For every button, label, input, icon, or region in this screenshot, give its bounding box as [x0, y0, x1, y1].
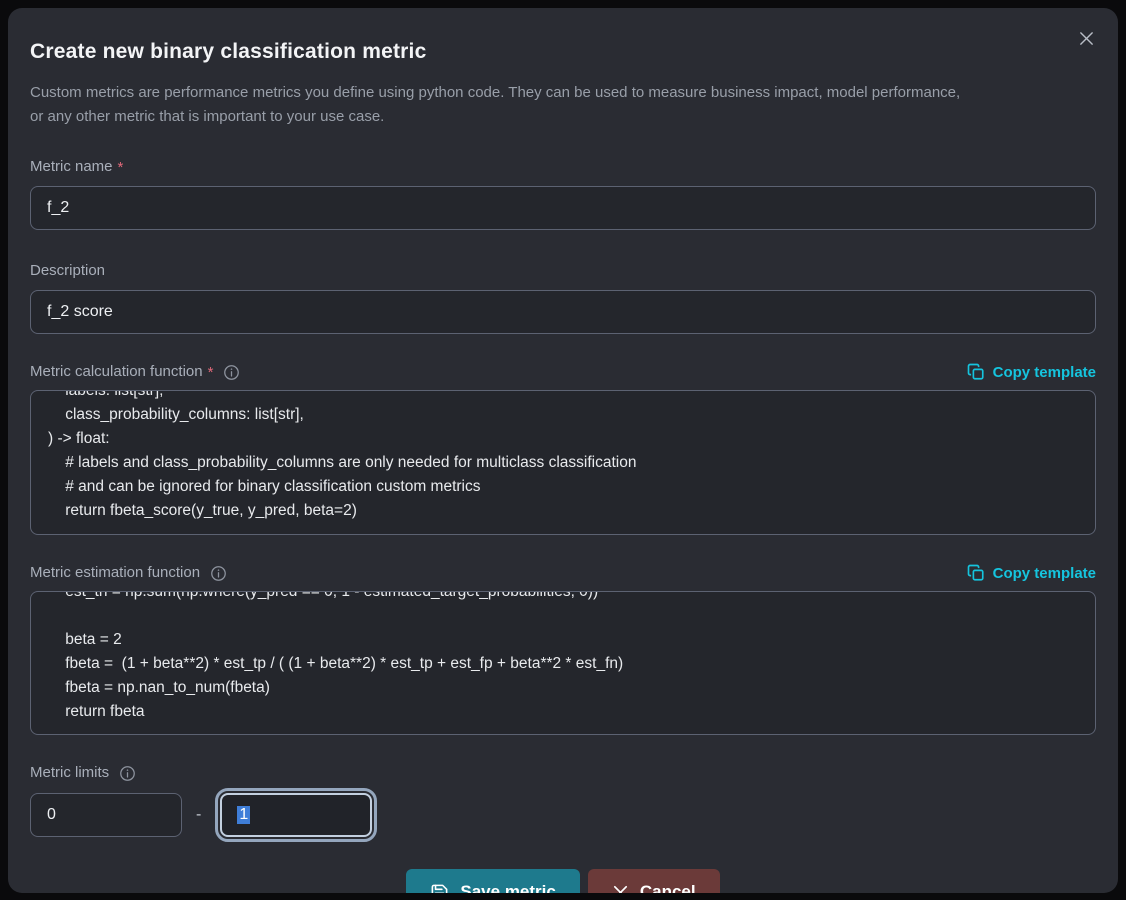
- copy-icon: [967, 363, 985, 381]
- info-icon[interactable]: [119, 765, 136, 782]
- calculation-function-label: Metric calculation function: [30, 362, 203, 382]
- save-icon: [430, 883, 449, 894]
- estimation-code-editor[interactable]: est_tn = np.sum(np.where(y_pred == 0, 1 …: [30, 591, 1096, 735]
- limit-min-input[interactable]: [30, 793, 182, 837]
- page-backdrop: Create new binary classification metric …: [0, 0, 1126, 900]
- estimation-code-text: est_tn = np.sum(np.where(y_pred == 0, 1 …: [48, 591, 1078, 724]
- estimation-function-label: Metric estimation function: [30, 563, 200, 583]
- info-icon[interactable]: [210, 565, 227, 582]
- calculation-code-text: labels: list[str], class_probability_col…: [48, 390, 1078, 523]
- required-asterisk: *: [208, 364, 214, 381]
- copy-template-calculation-button[interactable]: Copy template: [967, 363, 1096, 381]
- metric-name-input[interactable]: [30, 186, 1096, 230]
- required-asterisk: *: [118, 159, 124, 176]
- description-label: Description: [30, 261, 105, 281]
- save-metric-label: Save metric: [460, 882, 555, 893]
- metric-limits-group: Metric limits - 1: [30, 762, 1096, 837]
- copy-template-estimation-button[interactable]: Copy template: [967, 564, 1096, 582]
- copy-template-label: Copy template: [993, 364, 1096, 381]
- calculation-code-editor[interactable]: labels: list[str], class_probability_col…: [30, 390, 1096, 535]
- metric-name-group: Metric name *: [30, 156, 1096, 230]
- copy-template-label: Copy template: [993, 565, 1096, 582]
- selected-text: 1: [237, 806, 250, 824]
- metric-limits-label: Metric limits: [30, 763, 109, 783]
- action-buttons-row: Save metric Cancel: [30, 869, 1096, 893]
- estimation-function-group: Metric estimation function Copy: [30, 562, 1096, 735]
- description-group: Description: [30, 260, 1096, 334]
- save-metric-button[interactable]: Save metric: [406, 869, 579, 893]
- cancel-label: Cancel: [640, 882, 696, 893]
- copy-icon: [967, 564, 985, 582]
- modal-subtitle: Custom metrics are performance metrics y…: [30, 81, 970, 129]
- description-input[interactable]: [30, 290, 1096, 334]
- close-icon[interactable]: [1074, 26, 1098, 50]
- limit-max-input[interactable]: 1: [220, 793, 372, 837]
- calculation-function-group: Metric calculation function *: [30, 361, 1096, 535]
- info-icon[interactable]: [223, 364, 240, 381]
- limits-separator: -: [196, 806, 201, 824]
- modal-title: Create new binary classification metric: [30, 38, 1096, 66]
- cancel-button[interactable]: Cancel: [588, 869, 720, 893]
- create-metric-modal: Create new binary classification metric …: [8, 8, 1118, 893]
- metric-name-label: Metric name: [30, 157, 113, 177]
- cancel-x-icon: [612, 884, 629, 894]
